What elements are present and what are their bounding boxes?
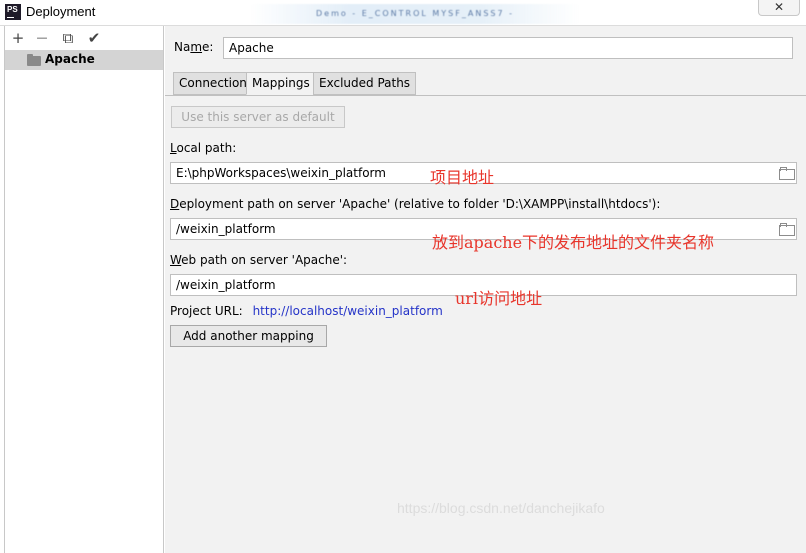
close-icon: ✕ <box>773 0 785 14</box>
phpstorm-app-icon: PS <box>5 4 21 20</box>
server-settings-panel: Name: Apache Connection Mappings Exclude… <box>165 26 806 553</box>
web-path-annotation: url访问地址 <box>455 289 543 308</box>
window-title: Deployment <box>26 4 96 19</box>
use-as-default-button[interactable]: Use this server as default <box>171 106 345 128</box>
folder-icon <box>27 54 41 66</box>
tab-connection[interactable]: Connection <box>173 72 253 95</box>
project-url-label: Project URL: <box>170 304 243 318</box>
title-bar: PS Deployment Demo - E_CONTROL MYSF_ANSS… <box>0 0 806 26</box>
tab-divider <box>165 95 806 96</box>
name-input[interactable]: Apache <box>223 37 793 59</box>
browse-folder-icon[interactable] <box>779 167 795 180</box>
plus-icon[interactable]: + <box>9 29 27 47</box>
deployment-path-annotation: 放到apache下的发布地址的文件夹名称 <box>432 233 715 252</box>
add-mapping-button[interactable]: Add another mapping <box>170 325 327 347</box>
local-path-annotation: 项目地址 <box>430 168 495 187</box>
server-list-panel: + — ⧉ ✔ Apache <box>4 26 164 553</box>
server-item-label: Apache <box>45 52 95 66</box>
browse-folder-icon[interactable] <box>779 223 795 236</box>
close-button[interactable]: ✕ <box>758 0 800 16</box>
server-item-apache[interactable]: Apache <box>5 50 163 70</box>
blurred-header-text: Demo - E_CONTROL MYSF_ANSS7 - <box>250 4 580 24</box>
minus-icon[interactable]: — <box>33 29 51 47</box>
watermark: https://blog.csdn.net/danchejikafo <box>397 500 605 516</box>
copy-icon[interactable]: ⧉ <box>59 29 77 47</box>
tab-excluded-paths[interactable]: Excluded Paths <box>313 72 417 95</box>
project-url-link[interactable]: http://localhost/weixin_platform <box>253 304 443 318</box>
tab-mappings[interactable]: Mappings <box>246 72 316 95</box>
local-path-label: Local path: <box>170 141 237 155</box>
check-icon[interactable]: ✔ <box>85 29 103 47</box>
name-label: Name: <box>174 40 214 54</box>
web-path-label: Web path on server 'Apache': <box>170 253 348 267</box>
project-url-row: Project URL: http://localhost/weixin_pla… <box>170 304 443 318</box>
deployment-path-label: Deployment path on server 'Apache' (rela… <box>170 197 661 211</box>
